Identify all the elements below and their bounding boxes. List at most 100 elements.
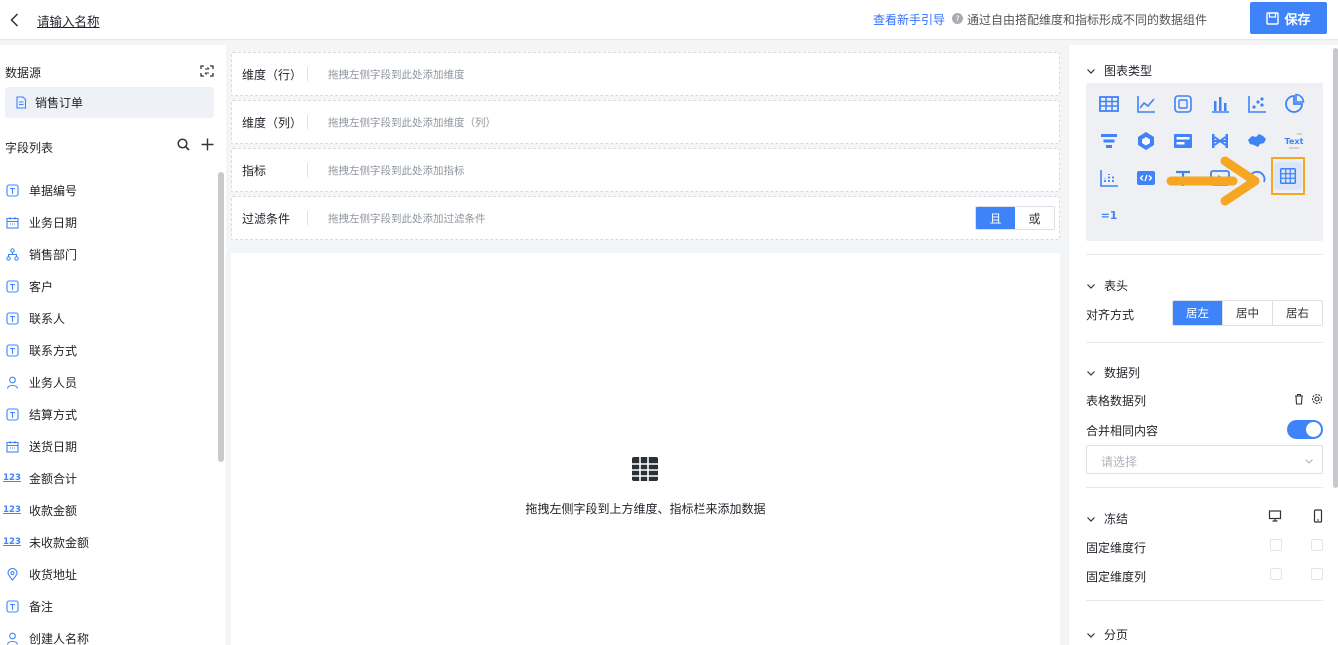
freeze-col-mobile-checkbox[interactable] xyxy=(1311,568,1323,580)
align-right-button[interactable]: 居右 xyxy=(1273,301,1322,325)
chart-type-kpi[interactable]: =1 xyxy=(1096,202,1122,228)
field-item[interactable]: 联系人 xyxy=(0,302,218,334)
chart-type-pie[interactable] xyxy=(1281,91,1307,117)
search-icon[interactable] xyxy=(177,138,190,151)
columns-group-title[interactable]: 数据列 xyxy=(1086,364,1140,381)
chart-type-embed[interactable] xyxy=(1133,165,1159,191)
freeze-col-desktop-checkbox[interactable] xyxy=(1270,568,1282,580)
filter-shelf[interactable]: 过滤条件 拖拽左侧字段到此处添加过滤条件 且 或 xyxy=(231,196,1060,240)
group-title-label: 分页 xyxy=(1104,628,1129,642)
shelf-label: 维度（行） xyxy=(242,67,303,82)
chart-type-line[interactable] xyxy=(1133,91,1159,117)
field-item[interactable]: 123 收款金额 xyxy=(0,494,218,526)
chart-type-table[interactable] xyxy=(1096,91,1122,117)
chevron-down-icon xyxy=(1087,370,1095,376)
switch-datasource-icon[interactable] xyxy=(199,63,215,79)
paging-group-title[interactable]: 分页 xyxy=(1086,626,1128,643)
save-icon xyxy=(1266,11,1280,25)
field-item[interactable]: 123 未收款金额 xyxy=(0,526,218,558)
desktop-icon[interactable] xyxy=(1268,509,1282,523)
header-group-title[interactable]: 表头 xyxy=(1086,277,1128,294)
settings-scrollbar[interactable] xyxy=(1333,48,1338,488)
scatter-chart-icon xyxy=(1248,96,1266,113)
column-dimension-shelf[interactable]: 维度（列） 拖拽左侧字段到此处添加维度（列） xyxy=(231,100,1060,144)
chart-type-sankey[interactable] xyxy=(1207,128,1233,154)
field-item[interactable]: 创建人名称 xyxy=(0,622,218,645)
date-field-icon xyxy=(5,215,19,229)
chart-type-radar[interactable] xyxy=(1133,128,1159,154)
toggle-knob xyxy=(1306,422,1321,437)
chart-type-image[interactable] xyxy=(1207,165,1233,191)
svg-text:Text: Text xyxy=(1285,137,1304,146)
freeze-row-desktop-checkbox[interactable] xyxy=(1270,539,1282,551)
save-button[interactable]: 保存 xyxy=(1250,2,1327,34)
field-item[interactable]: 单据编号 xyxy=(0,174,218,206)
metric-shelf[interactable]: 指标 拖拽左侧字段到此处添加指标 xyxy=(231,148,1060,192)
map-chart-icon xyxy=(1248,134,1266,147)
trash-icon[interactable] xyxy=(1293,393,1305,405)
field-label: 结算方式 xyxy=(29,407,78,422)
field-list-scrollbar[interactable] xyxy=(218,172,224,462)
gear-icon[interactable] xyxy=(1311,393,1323,405)
chart-type-bar[interactable] xyxy=(1207,91,1233,117)
field-label: 金额合计 xyxy=(29,471,78,486)
beginner-guide-link[interactable]: 查看新手引导 xyxy=(873,11,945,28)
divider xyxy=(307,211,308,225)
align-left-button[interactable]: 居左 xyxy=(1173,301,1223,325)
chart-type-detail-table[interactable] xyxy=(1271,157,1305,195)
merge-same-toggle[interactable] xyxy=(1287,420,1323,439)
date-field-icon xyxy=(5,439,19,453)
field-item[interactable]: 结算方式 xyxy=(0,398,218,430)
code-embed-icon xyxy=(1137,171,1155,185)
chart-type-funnel[interactable] xyxy=(1096,128,1122,154)
chart-type-gauge[interactable] xyxy=(1244,165,1270,191)
chart-type-title[interactable] xyxy=(1170,165,1196,191)
datasource-item[interactable]: 销售订单 xyxy=(5,87,214,118)
chart-canvas: 拖拽左侧字段到上方维度、指标栏来添加数据 xyxy=(231,253,1060,645)
field-item[interactable]: 联系方式 xyxy=(0,334,218,366)
chart-type-text[interactable]: Text xyxy=(1281,128,1307,154)
field-label: 单据编号 xyxy=(29,183,78,198)
merge-same-label: 合并相同内容 xyxy=(1086,424,1159,438)
merge-column-select[interactable]: 请选择 xyxy=(1086,445,1323,474)
row-dimension-shelf[interactable]: 维度（行） 拖拽左侧字段到此处添加维度 xyxy=(231,52,1060,96)
chart-type-crosstab[interactable] xyxy=(1170,91,1196,117)
field-item[interactable]: 123 金额合计 xyxy=(0,462,218,494)
field-item[interactable]: 客户 xyxy=(0,270,218,302)
align-center-button[interactable]: 居中 xyxy=(1223,301,1273,325)
chart-type-group-title[interactable]: 图表类型 xyxy=(1086,62,1152,79)
field-item[interactable]: 收货地址 xyxy=(0,558,218,590)
mobile-icon[interactable] xyxy=(1311,509,1325,523)
or-button[interactable]: 或 xyxy=(1015,207,1054,229)
divider xyxy=(307,67,308,81)
field-item[interactable]: 业务日期 xyxy=(0,206,218,238)
group-title-label: 图表类型 xyxy=(1104,64,1153,78)
field-item[interactable]: 备注 xyxy=(0,590,218,622)
freeze-group-title[interactable]: 冻结 xyxy=(1086,510,1128,527)
field-item[interactable]: 销售部门 xyxy=(0,238,218,270)
text-field-icon xyxy=(5,599,19,613)
back-arrow-icon[interactable] xyxy=(6,11,24,29)
save-button-label: 保存 xyxy=(1284,12,1311,28)
chart-type-map[interactable] xyxy=(1244,128,1270,154)
report-name-input[interactable]: 请输入名称 xyxy=(37,11,100,30)
help-icon[interactable]: ? xyxy=(952,13,963,24)
table-icon xyxy=(629,453,661,485)
freeze-row-mobile-checkbox[interactable] xyxy=(1311,539,1323,551)
add-field-icon[interactable] xyxy=(200,137,215,152)
and-button[interactable]: 且 xyxy=(976,207,1015,229)
crosstab-icon xyxy=(1174,95,1192,113)
field-item[interactable]: 送货日期 xyxy=(0,430,218,462)
field-label: 业务人员 xyxy=(29,375,78,390)
person-field-icon xyxy=(5,375,19,389)
chart-type-scatter[interactable] xyxy=(1244,91,1270,117)
chart-type-histogram[interactable] xyxy=(1096,165,1122,191)
freeze-col-label: 固定维度列 xyxy=(1086,570,1147,584)
chart-type-progress[interactable] xyxy=(1170,128,1196,154)
field-list: 单据编号业务日期 销售部门 客户 联系人 联系方式业务人员结算方式送货日期 123 金额合计… xyxy=(0,174,218,645)
field-item[interactable]: 业务人员 xyxy=(0,366,218,398)
shelf-placeholder: 拖拽左侧字段到此处添加过滤条件 xyxy=(328,212,486,225)
data-panel: 数据源 销售订单 字段列表 单据编号 业务日期 销售部门 客户 联系人 联系方式 业务人员结… xyxy=(0,45,226,645)
top-bar: 请输入名称 查看新手引导 ? 通过自由搭配维度和指标形成不同的数据组件 保存 xyxy=(0,0,1338,40)
grid-table-icon xyxy=(1279,167,1297,185)
